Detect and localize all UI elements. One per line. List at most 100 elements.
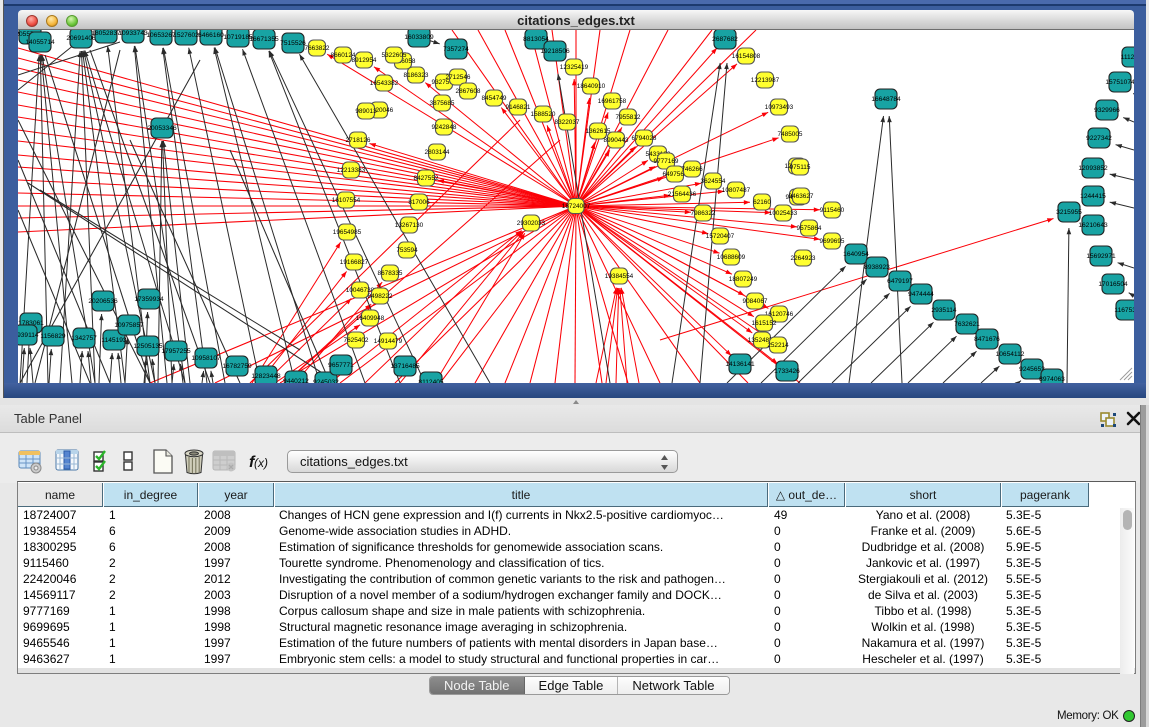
svg-text:1615152: 1615152 [752, 320, 777, 327]
svg-text:1145193: 1145193 [101, 337, 127, 344]
svg-text:9115460: 9115460 [820, 207, 845, 214]
svg-text:8186323: 8186323 [404, 72, 429, 79]
svg-text:7515526: 7515526 [280, 40, 306, 47]
svg-text:15720407: 15720407 [706, 233, 735, 240]
svg-text:7986322: 7986322 [691, 210, 716, 217]
svg-text:15751074: 15751074 [1105, 79, 1134, 86]
svg-text:10958107: 10958107 [191, 355, 221, 362]
svg-text:9227342: 9227342 [1086, 135, 1112, 142]
svg-text:16107554: 16107554 [332, 197, 361, 204]
svg-text:3624554: 3624554 [701, 178, 726, 185]
svg-text:1733426: 1733426 [774, 368, 800, 375]
svg-text:9242848: 9242848 [432, 124, 457, 131]
svg-text:2712546: 2712546 [446, 74, 471, 81]
svg-text:16210643: 16210643 [1078, 222, 1108, 229]
svg-text:9146821: 9146821 [506, 104, 531, 111]
svg-text:17016504: 17016504 [1098, 281, 1128, 288]
svg-text:8322037: 8322037 [555, 119, 580, 126]
svg-text:7632621: 7632621 [954, 321, 980, 328]
svg-text:8912954: 8912954 [352, 57, 377, 64]
svg-text:17359934: 17359934 [134, 296, 164, 303]
svg-text:1156829: 1156829 [40, 333, 66, 340]
svg-text:9463627: 9463627 [789, 193, 814, 200]
svg-text:9245032: 9245032 [313, 379, 339, 383]
svg-text:2718126: 2718126 [346, 137, 371, 144]
svg-text:7357274: 7357274 [443, 46, 469, 53]
svg-text:753594: 753594 [396, 247, 418, 254]
svg-text:1244415: 1244415 [1080, 193, 1106, 200]
svg-text:16961758: 16961758 [598, 98, 627, 105]
svg-text:16033809: 16033809 [404, 34, 434, 41]
svg-text:12093852: 12093852 [1078, 165, 1108, 172]
svg-text:1527602: 1527602 [173, 32, 199, 39]
svg-text:1588520: 1588520 [531, 111, 556, 118]
svg-text:8454749: 8454749 [482, 95, 507, 102]
svg-text:13267130: 13267130 [395, 222, 424, 229]
svg-text:20053346: 20053346 [147, 125, 177, 132]
svg-text:29302033: 29302033 [517, 220, 546, 227]
svg-text:2935114: 2935114 [931, 307, 957, 314]
svg-text:16154808: 16154808 [732, 53, 761, 60]
svg-text:1167533: 1167533 [1114, 307, 1134, 314]
svg-text:8427552: 8427552 [414, 175, 439, 182]
svg-text:817006: 817006 [408, 199, 430, 206]
svg-text:9329966: 9329966 [1094, 107, 1120, 114]
svg-text:9440212: 9440212 [283, 378, 309, 383]
svg-text:10973493: 10973493 [765, 104, 794, 111]
svg-text:16648784: 16648784 [871, 96, 901, 103]
svg-text:9777169: 9777169 [654, 158, 679, 165]
svg-text:8678335: 8678335 [378, 270, 403, 277]
svg-text:16543382: 16543382 [370, 80, 399, 87]
svg-text:10933743: 10933743 [118, 30, 148, 37]
svg-text:1362615: 1362615 [586, 128, 611, 135]
svg-text:7625402: 7625402 [344, 337, 369, 344]
svg-text:19218506: 19218506 [540, 48, 570, 55]
svg-text:9699695: 9699695 [820, 238, 845, 245]
svg-text:19384554: 19384554 [605, 273, 634, 280]
svg-text:8498222: 8498222 [368, 293, 393, 300]
svg-text:6479197: 6479197 [887, 278, 913, 285]
svg-text:13716485: 13716485 [390, 363, 420, 370]
svg-text:10975857: 10975857 [114, 322, 144, 329]
svg-text:14136141: 14136141 [725, 361, 755, 368]
svg-text:12823448: 12823448 [251, 373, 281, 380]
svg-text:10688609: 10688609 [717, 254, 746, 261]
svg-text:16782759: 16782759 [222, 363, 252, 370]
svg-text:7663822: 7663822 [305, 45, 330, 52]
svg-text:8112405: 8112405 [418, 379, 444, 383]
svg-text:2264923: 2264923 [791, 255, 816, 262]
svg-text:10654112: 10654112 [996, 351, 1025, 358]
svg-text:9657771: 9657771 [328, 362, 354, 369]
svg-text:5322605: 5322605 [382, 52, 407, 59]
svg-text:8938923: 8938923 [864, 264, 890, 271]
svg-text:10653267: 10653267 [146, 32, 176, 39]
svg-text:3875685: 3875685 [430, 100, 455, 107]
svg-text:9474444: 9474444 [908, 291, 934, 298]
svg-text:19166827: 19166827 [340, 259, 369, 266]
svg-text:14055714: 14055714 [25, 39, 55, 46]
svg-text:12505135: 12505135 [133, 343, 163, 350]
svg-text:746266: 746266 [681, 166, 703, 173]
svg-text:20206536: 20206536 [88, 298, 118, 305]
svg-text:6466160: 6466160 [198, 32, 224, 39]
svg-text:12213383: 12213383 [337, 167, 366, 174]
svg-text:1112843: 1112843 [1121, 54, 1134, 61]
svg-text:6794028: 6794028 [632, 135, 657, 142]
svg-text:252214: 252214 [767, 342, 789, 349]
svg-text:7955812: 7955812 [616, 114, 641, 121]
svg-text:12325419: 12325419 [560, 64, 589, 71]
svg-text:1640954: 1640954 [843, 251, 869, 258]
svg-text:12213987: 12213987 [751, 77, 780, 84]
svg-text:15692971: 15692971 [1086, 253, 1116, 260]
svg-text:18052837: 18052837 [91, 30, 121, 37]
svg-text:62160: 62160 [753, 199, 771, 206]
svg-text:10807487: 10807487 [722, 187, 751, 194]
svg-text:9084067: 9084067 [743, 298, 768, 305]
svg-text:9575864: 9575864 [797, 225, 822, 232]
svg-text:17957255: 17957255 [161, 348, 191, 355]
svg-text:8974063: 8974063 [1039, 376, 1065, 383]
svg-text:18724007: 18724007 [562, 203, 591, 210]
svg-text:1342757: 1342757 [71, 335, 97, 342]
svg-text:18640910: 18640910 [577, 83, 606, 90]
svg-text:2803144: 2803144 [425, 149, 450, 156]
